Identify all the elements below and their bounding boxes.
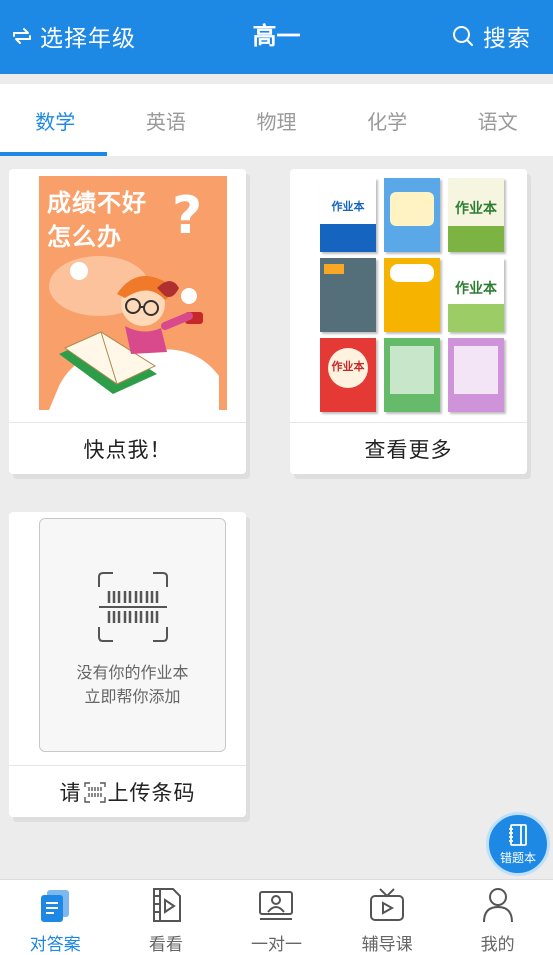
nav-tutoring-label: 辅导课 <box>361 935 413 955</box>
more-books-label: 查看更多 <box>290 422 527 474</box>
upload-barcode-label-prefix: 请 <box>59 780 82 805</box>
upload-barcode-label-suffix: 上传条码 <box>107 780 196 805</box>
tab-math[interactable]: 数学 <box>0 84 111 156</box>
tab-chinese[interactable]: 语文 <box>442 84 553 156</box>
add-homework-button[interactable]: 没有你的作业本 立即帮你添加 <box>39 518 226 752</box>
book-cover-title: 作业本 <box>331 360 365 373</box>
tab-english[interactable]: 英语 <box>111 84 222 156</box>
book-cover <box>384 338 440 412</box>
notebook-icon <box>509 823 527 846</box>
grade-selector-label: 选择年级 <box>40 26 136 52</box>
add-homework-hint-line1: 没有你的作业本 <box>76 663 189 682</box>
book-cover-title: 作业本 <box>455 201 497 217</box>
top-bar: 选择年级 高一 搜索 <box>0 0 553 74</box>
book-cover <box>384 178 440 252</box>
nav-tutoring[interactable]: 辅导课 <box>332 880 443 955</box>
nav-mine-label: 我的 <box>480 935 515 955</box>
book-cover: 作业本 <box>320 178 376 252</box>
book-cover <box>320 258 376 332</box>
tab-physics[interactable]: 物理 <box>221 84 332 156</box>
nav-one-on-one[interactable]: 一对一 <box>221 880 332 955</box>
book-cover: 作业本 <box>448 258 504 332</box>
add-homework-hint: 没有你的作业本 立即帮你添加 <box>40 661 225 709</box>
more-books-card[interactable]: 作业本 作业本 作业本 作业本 查看更多 <box>290 169 527 474</box>
document-copy-icon <box>41 890 70 922</box>
promo-headline-line2: 怎么办 <box>47 223 122 251</box>
tv-icon <box>370 888 405 921</box>
search-icon <box>453 26 473 46</box>
grade-selector-button[interactable]: 选择年级 <box>10 18 136 54</box>
nav-mine[interactable]: 我的 <box>442 880 553 955</box>
book-cover-title: 作业本 <box>455 281 497 297</box>
book-cover: 作业本 <box>320 338 376 412</box>
promo-card-label: 快点我！ <box>9 422 246 474</box>
tab-chemistry[interactable]: 化学 <box>332 84 443 156</box>
nav-one-on-one-label: 一对一 <box>250 935 302 955</box>
book-cover: 作业本 <box>448 178 504 252</box>
video-file-icon <box>152 888 181 922</box>
nav-watch[interactable]: 看看 <box>111 880 222 955</box>
promo-headline-line1: 成绩不好 <box>47 189 147 217</box>
upload-barcode-label: 请 上传条码 <box>9 765 246 817</box>
book-covers-grid: 作业本 作业本 作业本 作业本 <box>320 176 508 412</box>
promo-headline: 成绩不好 怎么办 <box>47 186 147 254</box>
person-icon <box>482 888 513 923</box>
promo-question-mark: ? <box>172 186 203 246</box>
mistake-book-button[interactable]: 错题本 <box>486 812 550 876</box>
promo-card[interactable]: 成绩不好 怎么办 ? 快点我！ <box>9 169 246 474</box>
promo-image: 成绩不好 怎么办 ? <box>39 176 227 410</box>
search-label: 搜索 <box>483 26 531 52</box>
nav-answers[interactable]: 对答案 <box>0 880 111 955</box>
nav-watch-label: 看看 <box>148 935 183 955</box>
mini-barcode-icon <box>83 781 106 803</box>
swap-icon <box>13 28 31 44</box>
barcode-scan-icon <box>98 572 168 642</box>
nav-answers-label: 对答案 <box>29 935 81 955</box>
bottom-nav: 对答案 看看 一对一 辅导课 我的 <box>0 879 553 955</box>
book-cover <box>384 258 440 332</box>
subject-tabs: 数学 英语 物理 化学 语文 <box>0 84 553 156</box>
add-homework-hint-line2: 立即帮你添加 <box>84 687 181 706</box>
teacher-board-icon <box>259 891 294 920</box>
book-cover-title: 作业本 <box>331 200 365 213</box>
search-button[interactable]: 搜索 <box>451 18 531 54</box>
add-homework-card: 没有你的作业本 立即帮你添加 请 上传条码 <box>9 512 246 817</box>
mistake-book-label: 错题本 <box>499 850 536 865</box>
book-cover <box>448 338 504 412</box>
